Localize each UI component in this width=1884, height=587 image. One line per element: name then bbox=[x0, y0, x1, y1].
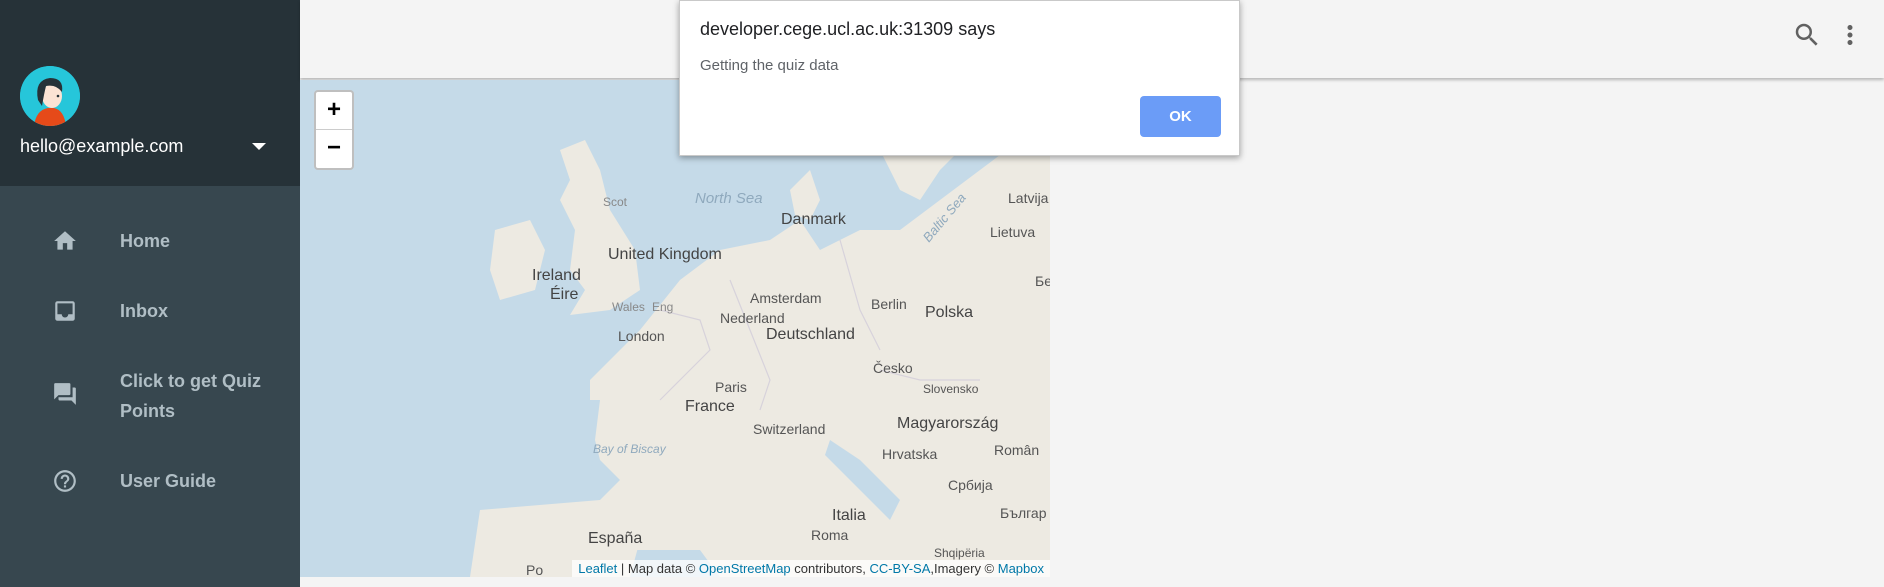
map-label: Česko bbox=[873, 360, 913, 376]
map-label: Nederland bbox=[720, 310, 785, 326]
leaflet-link[interactable]: Leaflet bbox=[578, 561, 617, 576]
zoom-in-button[interactable]: + bbox=[316, 92, 352, 130]
map-label: Hrvatska bbox=[882, 446, 938, 462]
map-label: France bbox=[685, 398, 735, 415]
dialog-title: developer.cege.ucl.ac.uk:31309 says bbox=[700, 19, 996, 39]
alert-dialog: developer.cege.ucl.ac.uk:31309 says Gett… bbox=[679, 0, 1240, 156]
more-vert-icon[interactable] bbox=[1835, 20, 1865, 50]
map-label: Berlin bbox=[871, 296, 907, 312]
map-label: Србија bbox=[948, 477, 993, 493]
map-label: Po bbox=[526, 562, 544, 577]
map-label: Бе bbox=[1035, 273, 1050, 289]
map-label: Scot bbox=[603, 195, 628, 209]
map-label: Magyarország bbox=[897, 415, 999, 432]
map-label: Latvija bbox=[1008, 190, 1049, 206]
map-label: Éire bbox=[550, 286, 579, 303]
map-label: United Kingdom bbox=[608, 246, 722, 263]
map-label: Lietuva bbox=[990, 224, 1036, 240]
attribution-text: contributors, bbox=[790, 561, 870, 576]
chat-icon bbox=[52, 381, 78, 407]
map-label: Deutschland bbox=[766, 326, 855, 343]
license-link[interactable]: CC-BY-SA bbox=[869, 561, 930, 576]
map-label: Ireland bbox=[532, 267, 581, 284]
map-label: Wales bbox=[612, 300, 645, 314]
map-attribution: Leaflet | Map data © OpenStreetMap contr… bbox=[572, 560, 1050, 577]
map-label: Switzerland bbox=[753, 421, 826, 437]
openstreetmap-link[interactable]: OpenStreetMap bbox=[699, 561, 791, 576]
inbox-icon bbox=[52, 298, 78, 324]
sidebar-item-label: Home bbox=[120, 231, 171, 251]
map-label: Amsterdam bbox=[750, 290, 822, 306]
search-icon[interactable] bbox=[1792, 20, 1822, 50]
zoom-out-button[interactable]: − bbox=[316, 130, 352, 168]
sidebar: hello@example.com Home Inbox Click to ge… bbox=[0, 0, 300, 587]
attribution-text: ,Imagery © bbox=[930, 561, 998, 576]
map-label: Shqipëria bbox=[934, 546, 985, 560]
ok-button[interactable]: OK bbox=[1140, 96, 1221, 137]
map-label: North Sea bbox=[695, 190, 763, 207]
map-label: Danmark bbox=[781, 211, 846, 228]
sidebar-item-label: Inbox bbox=[120, 301, 168, 321]
map-label: Italia bbox=[832, 507, 866, 524]
user-email: hello@example.com bbox=[20, 136, 184, 156]
map-label: Eng bbox=[652, 300, 674, 314]
map-label: España bbox=[588, 530, 643, 547]
mapbox-link[interactable]: Mapbox bbox=[998, 561, 1044, 576]
home-icon bbox=[52, 228, 78, 254]
map-label: Slovensko bbox=[923, 382, 979, 396]
map-label: Polska bbox=[925, 304, 974, 321]
zoom-control: + − bbox=[314, 90, 354, 170]
map-label: Bay of Biscay bbox=[593, 442, 666, 456]
sidebar-header: hello@example.com bbox=[0, 0, 300, 186]
map-label: Paris bbox=[715, 379, 747, 395]
help-icon bbox=[52, 468, 78, 494]
account-dropdown-icon[interactable] bbox=[252, 143, 266, 150]
avatar[interactable] bbox=[20, 66, 80, 126]
map-label: London bbox=[618, 328, 665, 344]
map-label: Roma bbox=[811, 527, 849, 543]
sidebar-item-label: User Guide bbox=[120, 471, 217, 491]
sidebar-item-label: Click to get Quiz Points bbox=[120, 371, 262, 421]
attribution-text: | Map data © bbox=[617, 561, 699, 576]
map-label: Român bbox=[994, 442, 1040, 458]
map-label: Българ bbox=[1000, 505, 1047, 521]
dialog-message: Getting the quiz data bbox=[700, 57, 839, 74]
